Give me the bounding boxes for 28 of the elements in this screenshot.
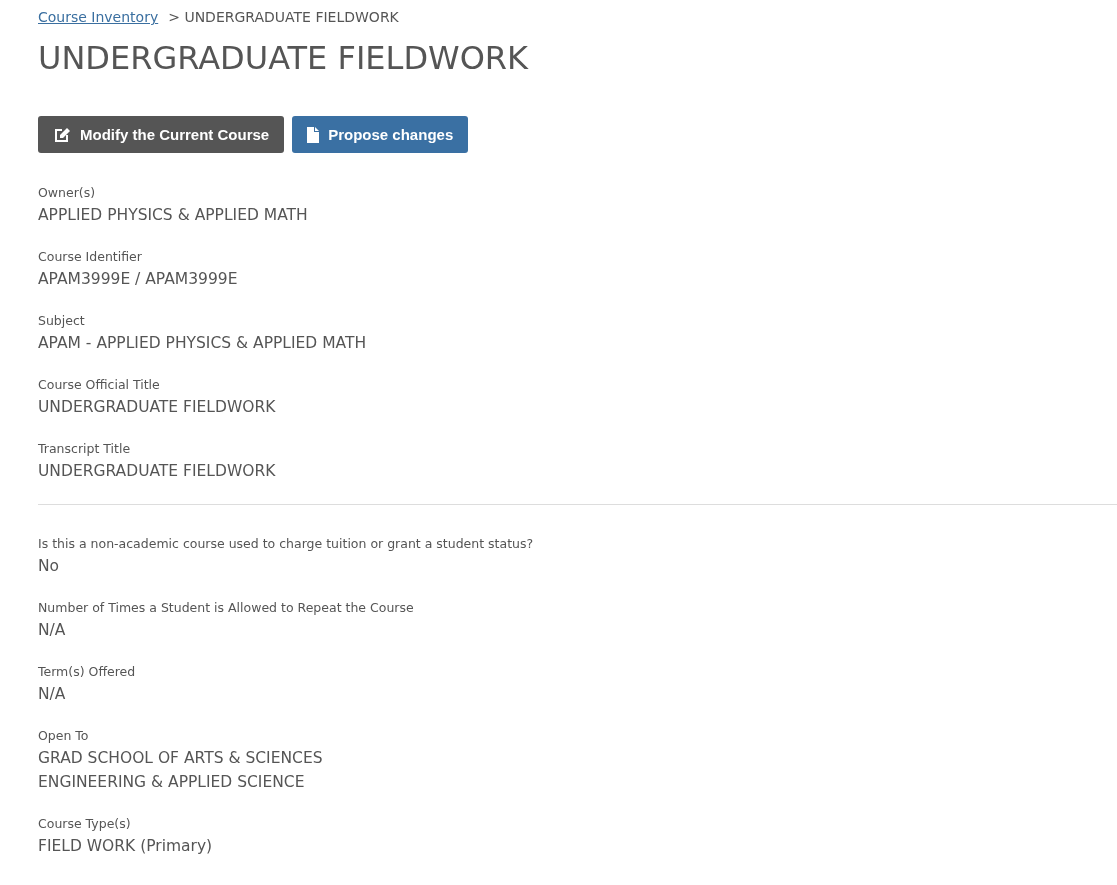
field-label: Subject	[38, 312, 86, 330]
propose-button[interactable]: Propose changes	[292, 116, 469, 153]
field-label: Course Identifier	[38, 248, 143, 266]
field-value: APAM3999E / APAM3999E	[38, 269, 239, 290]
field-label: Transcript Title	[38, 440, 132, 458]
field-value: N/A	[38, 620, 67, 641]
breadcrumb-link[interactable]: Course Inventory	[38, 6, 159, 28]
field-label: Owner(s)	[38, 184, 97, 202]
field-label: Is this a non-academic course used to charge tuition or grant a student status?	[38, 535, 535, 553]
breadcrumb-current: > UNDERGRADUATE FIELDWORK	[168, 8, 399, 27]
field-label: Open To	[38, 727, 90, 745]
field-value: UNDERGRADUATE FIELDWORK	[38, 397, 277, 418]
field-value: GRAD SCHOOL OF ARTS & SCIENCES	[38, 748, 324, 769]
field-label: Course Official Title	[38, 376, 161, 394]
modify-button[interactable]: Modify the Current Course	[38, 116, 285, 153]
field-value: UNDERGRADUATE FIELDWORK	[38, 461, 277, 482]
page-title: UNDERGRADUATE FIELDWORK	[38, 38, 530, 78]
document-icon	[307, 126, 320, 143]
field-label: Course Type(s)	[38, 815, 132, 833]
field-value: FIELD WORK (Primary)	[38, 836, 214, 857]
field-label: Term(s) Offered	[38, 663, 137, 681]
edit-icon	[53, 126, 71, 143]
field-label: Number of Times a Student is Allowed to Repeat the Course	[38, 599, 415, 617]
field-value: N/A	[38, 684, 67, 705]
field-value: No	[38, 556, 61, 577]
field-value: ENGINEERING & APPLIED SCIENCE	[38, 772, 306, 793]
field-value: APAM - APPLIED PHYSICS & APPLIED MATH	[38, 333, 368, 354]
field-value: APPLIED PHYSICS & APPLIED MATH	[38, 205, 309, 226]
